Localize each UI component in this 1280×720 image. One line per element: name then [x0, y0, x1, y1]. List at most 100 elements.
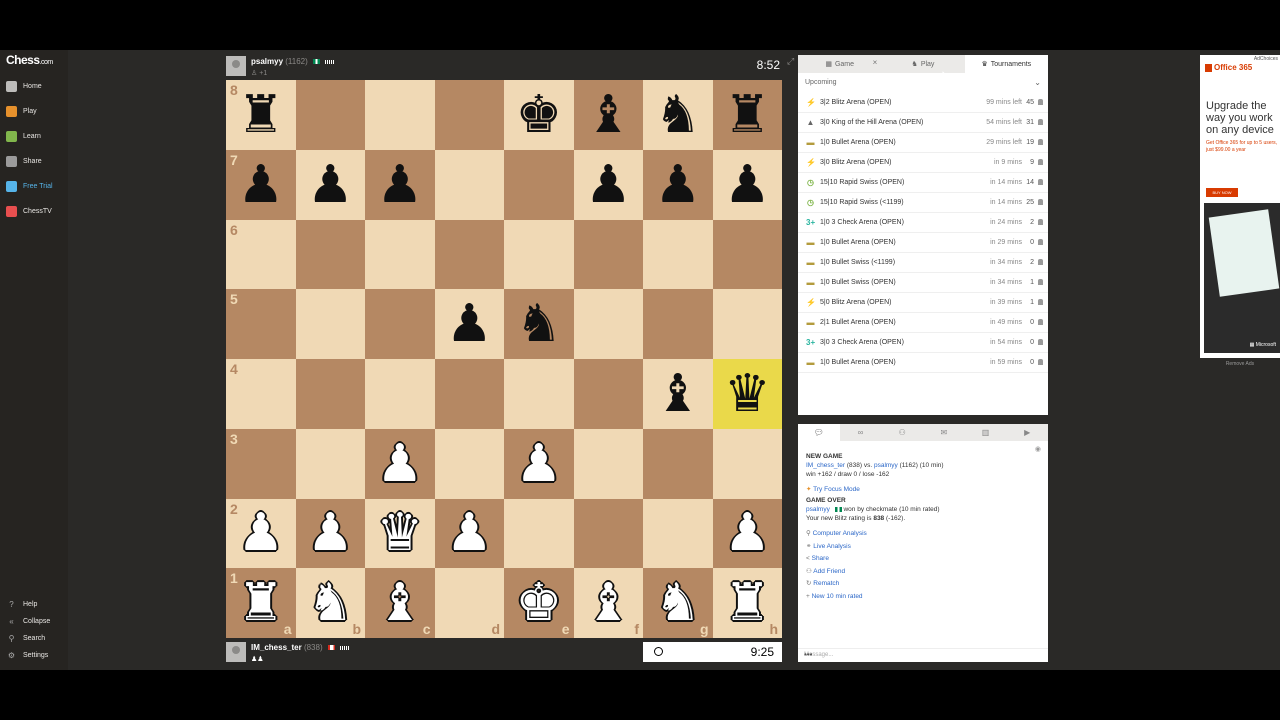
square-f6[interactable] — [573, 219, 643, 290]
sidebar-item-free-trial[interactable]: Free Trial — [6, 179, 53, 193]
square-a6[interactable]: 6 — [226, 219, 296, 290]
square-b1[interactable]: b ♞ — [295, 568, 365, 638]
square-d7[interactable] — [434, 149, 504, 220]
tournament-row[interactable]: ▲ 3|0 King of the Hill Arena (OPEN) 54 min… — [798, 113, 1048, 133]
square-e3[interactable]: ♟ — [504, 428, 574, 499]
square-f5[interactable] — [573, 289, 643, 359]
computer-analysis-link[interactable]: ⚲ Computer Analysis — [806, 529, 1042, 538]
square-a2[interactable]: 2 ♟ — [226, 498, 296, 569]
ad-buy-button[interactable]: BUY NOW — [1206, 188, 1238, 197]
advertisement[interactable]: AdChoices Office 365 Upgrade the way you… — [1200, 55, 1280, 370]
square-e4[interactable] — [504, 359, 574, 429]
focus-mode-link[interactable]: ✦ Try Focus Mode — [806, 485, 1042, 494]
upcoming-header[interactable]: Upcoming ⌄ — [798, 75, 1048, 91]
sidebar-item-help[interactable]: ? Help — [6, 597, 37, 611]
player-link[interactable]: IM_chess_ter — [806, 462, 845, 469]
chevron-down-icon[interactable]: ⌄ — [1034, 78, 1041, 87]
square-e6[interactable] — [504, 219, 574, 290]
tab-play[interactable]: ♞ Play — [881, 55, 964, 73]
adchoices-label[interactable]: AdChoices — [1254, 56, 1278, 62]
tournament-row[interactable]: ◷ 15|10 Rapid Swiss (OPEN) in 14 mins 14 — [798, 173, 1048, 193]
square-f4[interactable] — [573, 359, 643, 429]
black-pawn-icon[interactable]: ♟ — [724, 159, 771, 211]
square-c5[interactable] — [365, 289, 435, 359]
square-e1[interactable]: e ♚ — [504, 568, 574, 638]
chat-tab-icon[interactable]: 💬︎ — [798, 424, 840, 441]
white-pawn-icon[interactable]: ♟ — [446, 507, 493, 559]
video-icon[interactable]: ▶ — [1006, 424, 1048, 441]
white-rook-icon[interactable]: ♜ — [237, 577, 284, 629]
square-b2[interactable]: ♟ — [295, 498, 365, 569]
square-b3[interactable] — [295, 428, 365, 499]
square-g6[interactable] — [643, 219, 713, 290]
tournament-row[interactable]: 3+ 1|0 3 Check Arena (OPEN) in 24 mins 2 — [798, 213, 1048, 233]
square-h3[interactable] — [712, 428, 782, 499]
avatar[interactable] — [226, 642, 246, 662]
square-h2[interactable]: ♟ — [712, 498, 782, 569]
black-pawn-icon[interactable]: ♟ — [237, 159, 284, 211]
square-b7[interactable]: ♟ — [295, 149, 365, 220]
stats-icon[interactable]: ▥ — [965, 424, 1007, 441]
square-e5[interactable]: ♞ — [504, 289, 574, 359]
tournament-row[interactable]: 3+ 3|0 3 Check Arena (OPEN) in 54 mins 0 — [798, 333, 1048, 353]
black-pawn-icon[interactable]: ♟ — [654, 159, 701, 211]
square-g2[interactable] — [643, 498, 713, 569]
message-input[interactable]: Message... ••• — [798, 648, 1048, 663]
black-pawn-icon[interactable]: ♟ — [585, 159, 632, 211]
white-pawn-icon[interactable]: ♟ — [515, 438, 562, 490]
sidebar-item-collapse[interactable]: « Collapse — [6, 614, 50, 628]
chess-board[interactable]: 8 ♜ ♚ ♝ ♞ ♜ 7 ♟ ♟ ♟ ♟ ♟ ♟ 6 5 ♟ ♞ 4 ♝ ♛ 3 ♟ ♟ 2 ♟ ♟ ♛ ♟ ♟ 1 a ♜ b ♞ c ♝ d e ♚ f… — [226, 80, 782, 638]
square-a3[interactable]: 3 — [226, 428, 296, 499]
binoculars-icon[interactable]: ∞ — [840, 424, 882, 441]
square-d5[interactable]: ♟ — [434, 289, 504, 359]
rematch-link[interactable]: ↻ Rematch — [806, 579, 1042, 588]
tournament-row[interactable]: ⚡ 3|0 Blitz Arena (OPEN) in 9 mins 9 — [798, 153, 1048, 173]
black-rook-icon[interactable]: ♜ — [237, 89, 284, 141]
square-b6[interactable] — [295, 219, 365, 290]
new-10-min-rated-link[interactable]: + New 10 min rated — [806, 592, 1042, 601]
square-d1[interactable]: d — [434, 568, 504, 638]
tournament-row[interactable]: ▬ 2|1 Bullet Arena (OPEN) in 49 mins 0 — [798, 313, 1048, 333]
tournament-row[interactable]: ▬ 1|0 Bullet Arena (OPEN) in 29 mins 0 — [798, 233, 1048, 253]
white-rook-icon[interactable]: ♜ — [724, 577, 771, 629]
white-pawn-icon[interactable]: ♟ — [724, 507, 771, 559]
square-f8[interactable]: ♝ — [573, 80, 643, 150]
tournament-row[interactable]: ▬ 1|0 Bullet Arena (OPEN) in 59 mins 0 — [798, 353, 1048, 373]
logo[interactable]: Chess.com — [6, 53, 53, 67]
square-b4[interactable] — [295, 359, 365, 429]
white-bishop-icon[interactable]: ♝ — [585, 577, 632, 629]
square-c7[interactable]: ♟ — [365, 149, 435, 220]
tournament-row[interactable]: ▬ 1|0 Bullet Swiss (<1199) in 34 mins 2 — [798, 253, 1048, 273]
square-g4[interactable]: ♝ — [643, 359, 713, 429]
square-e8[interactable]: ♚ — [504, 80, 574, 150]
black-king-icon[interactable]: ♚ — [515, 89, 562, 141]
square-f7[interactable]: ♟ — [573, 149, 643, 220]
square-h5[interactable] — [712, 289, 782, 359]
square-d6[interactable] — [434, 219, 504, 290]
square-c6[interactable] — [365, 219, 435, 290]
square-d3[interactable] — [434, 428, 504, 499]
square-h1[interactable]: h ♜ — [712, 568, 782, 638]
square-d8[interactable] — [434, 80, 504, 150]
black-bishop-icon[interactable]: ♝ — [654, 368, 701, 420]
black-pawn-icon[interactable]: ♟ — [376, 159, 423, 211]
white-knight-icon[interactable]: ♞ — [654, 577, 701, 629]
black-knight-icon[interactable]: ♞ — [654, 89, 701, 141]
square-d4[interactable] — [434, 359, 504, 429]
more-icon[interactable]: ••• — [804, 650, 1044, 659]
sidebar-item-chesstv[interactable]: ChessTV — [6, 204, 52, 218]
square-c3[interactable]: ♟ — [365, 428, 435, 499]
square-b5[interactable] — [295, 289, 365, 359]
black-pawn-icon[interactable]: ♟ — [446, 298, 493, 350]
tournament-row[interactable]: ◷ 15|10 Rapid Swiss (<1199) in 14 mins 25 — [798, 193, 1048, 213]
white-king-icon[interactable]: ♚ — [515, 577, 562, 629]
square-c2[interactable]: ♛ — [365, 498, 435, 569]
square-h7[interactable]: ♟ — [712, 149, 782, 220]
square-g3[interactable] — [643, 428, 713, 499]
white-pawn-icon[interactable]: ♟ — [307, 507, 354, 559]
square-g1[interactable]: g ♞ — [643, 568, 713, 638]
square-b8[interactable] — [295, 80, 365, 150]
sidebar-item-play[interactable]: Play — [6, 104, 37, 118]
tournament-row[interactable]: ▬ 1|0 Bullet Arena (OPEN) 29 mins left 19 — [798, 133, 1048, 153]
square-a1[interactable]: 1 a ♜ — [226, 568, 296, 638]
